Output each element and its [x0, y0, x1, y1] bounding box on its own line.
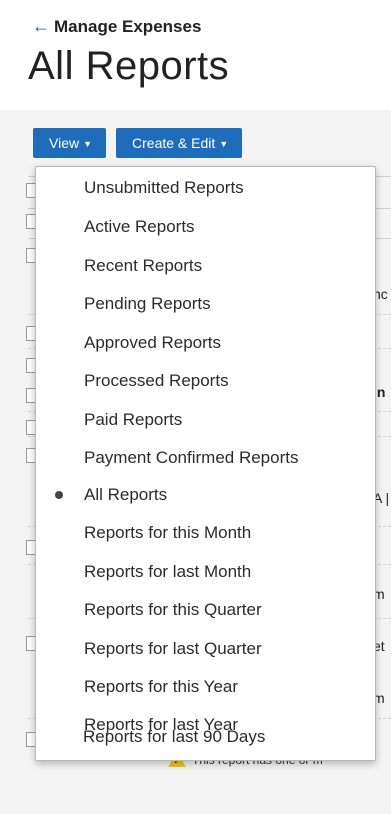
- menu-item-reports-last-month[interactable]: Reports for last Month: [84, 560, 251, 584]
- menu-item-unsubmitted-reports[interactable]: Unsubmitted Reports: [84, 176, 244, 200]
- menu-item-reports-last-90-days[interactable]: Reports for last 90 Days: [83, 725, 265, 749]
- menu-item-approved-reports[interactable]: Approved Reports: [84, 331, 221, 355]
- create-edit-caret-icon[interactable]: ▼: [219, 139, 228, 149]
- create-edit-button[interactable]: Create & Edit ▼: [116, 128, 243, 158]
- toolbar: View ▼ Create & Edit ▼: [33, 128, 243, 158]
- page-header: ← Manage Expenses All Reports: [0, 0, 391, 110]
- view-button-label[interactable]: View: [49, 135, 79, 151]
- view-caret-icon[interactable]: ▼: [83, 139, 92, 149]
- view-button[interactable]: View ▼: [33, 128, 107, 158]
- menu-item-paid-reports[interactable]: Paid Reports: [84, 408, 182, 432]
- menu-item-active-reports[interactable]: Active Reports: [84, 215, 195, 239]
- create-edit-button-label[interactable]: Create & Edit: [132, 135, 215, 151]
- back-link[interactable]: ← Manage Expenses: [32, 16, 201, 37]
- selected-bullet-icon: [55, 491, 63, 499]
- menu-item-reports-this-year[interactable]: Reports for this Year: [84, 675, 238, 699]
- menu-item-processed-reports[interactable]: Processed Reports: [84, 369, 229, 393]
- menu-item-reports-this-quarter[interactable]: Reports for this Quarter: [84, 598, 262, 622]
- menu-item-recent-reports[interactable]: Recent Reports: [84, 254, 202, 278]
- menu-item-pending-reports[interactable]: Pending Reports: [84, 292, 211, 316]
- menu-item-reports-this-month[interactable]: Reports for this Month: [84, 521, 251, 545]
- back-arrow-icon[interactable]: ←: [32, 16, 50, 37]
- menu-item-all-reports[interactable]: All Reports: [84, 483, 167, 507]
- menu-item-reports-last-quarter[interactable]: Reports for last Quarter: [84, 637, 262, 661]
- back-link-label[interactable]: Manage Expenses: [54, 17, 201, 37]
- menu-item-payment-confirmed-reports[interactable]: Payment Confirmed Reports: [84, 446, 298, 470]
- view-dropdown-menu: Unsubmitted Reports Active Reports Recen…: [35, 166, 376, 761]
- page-title: All Reports: [28, 44, 230, 88]
